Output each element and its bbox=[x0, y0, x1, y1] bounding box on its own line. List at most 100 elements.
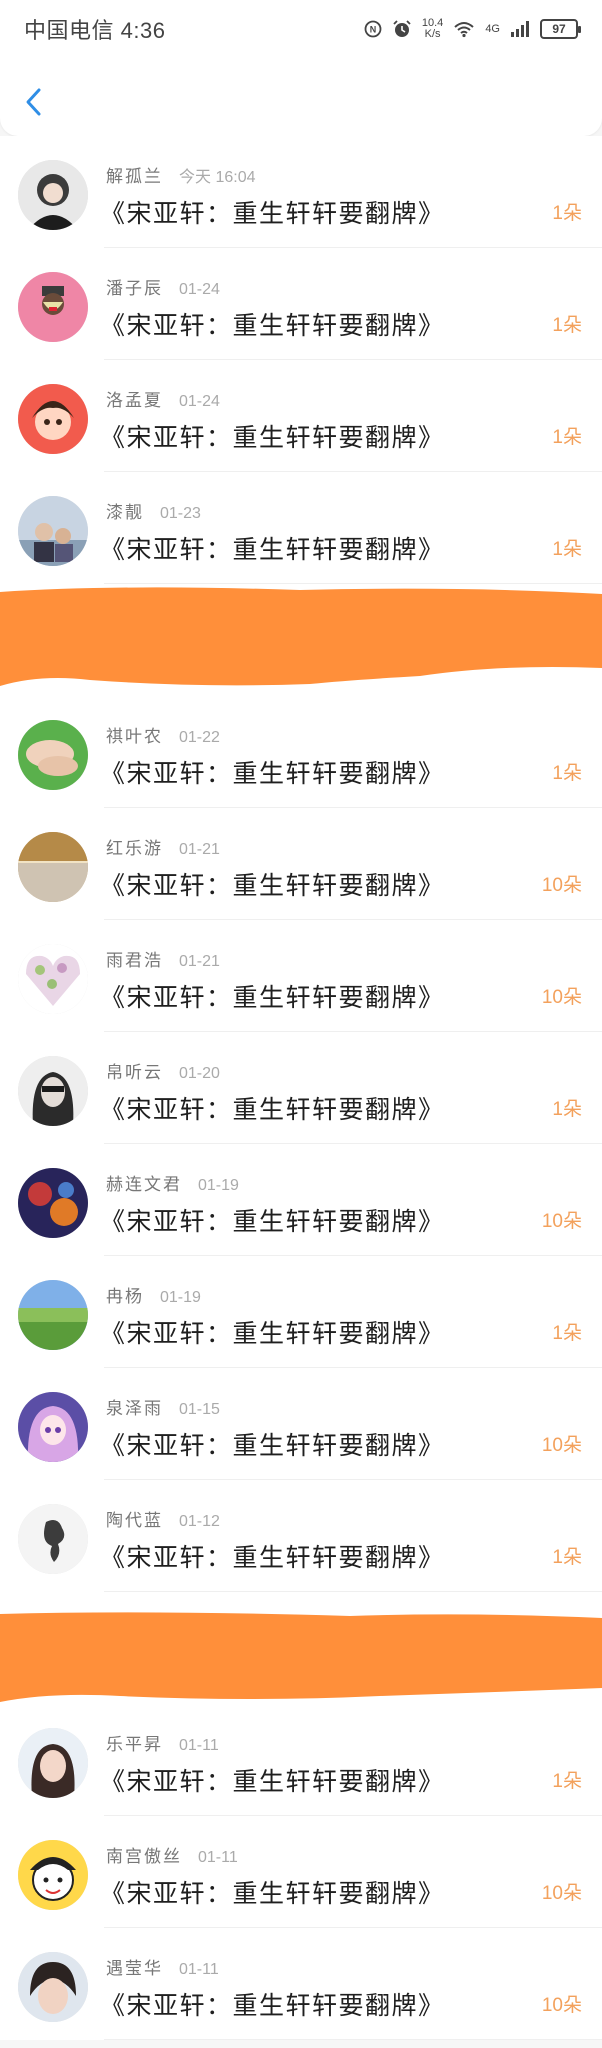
sender-name: 雨君浩 bbox=[106, 951, 163, 971]
list-item[interactable]: 解孤兰 今天 16:04 《宋亚轩：重生轩轩要翻牌》 1朵 bbox=[0, 136, 602, 248]
row-meta: 解孤兰 今天 16:04 bbox=[106, 162, 256, 187]
avatar bbox=[18, 496, 88, 566]
row-meta: 遇莹华 01-11 bbox=[106, 1954, 219, 1979]
list-item[interactable]: 乐平昇 01-11 《宋亚轩：重生轩轩要翻牌》 1朵 bbox=[0, 1704, 602, 1816]
carrier-and-time: 中国电信 4:36 bbox=[24, 18, 166, 43]
send-date: 01-15 bbox=[179, 1401, 220, 1418]
list-item[interactable]: 潘子辰 01-24 《宋亚轩：重生轩轩要翻牌》 1朵 bbox=[0, 248, 602, 360]
book-title: 《宋亚轩：重生轩轩要翻牌》 bbox=[100, 871, 445, 900]
network-speed-unit: K/s bbox=[424, 28, 441, 40]
avatar bbox=[18, 1728, 88, 1798]
book-title: 《宋亚轩：重生轩轩要翻牌》 bbox=[100, 759, 445, 788]
gift-amount: 10朵 bbox=[541, 1995, 582, 2016]
avatar bbox=[18, 832, 88, 902]
send-date: 01-19 bbox=[160, 1289, 201, 1306]
row-meta: 冉杨 01-19 bbox=[106, 1282, 201, 1307]
row-meta: 洛孟夏 01-24 bbox=[106, 386, 220, 411]
book-title: 《宋亚轩：重生轩轩要翻牌》 bbox=[100, 1431, 445, 1460]
gift-amount: 1朵 bbox=[552, 203, 582, 224]
send-date: 01-12 bbox=[179, 1513, 220, 1530]
send-date: 01-22 bbox=[179, 729, 220, 746]
sender-name: 解孤兰 bbox=[106, 167, 163, 187]
network-speed: 10.4 K/s bbox=[422, 18, 443, 40]
row-meta: 陶代蓝 01-12 bbox=[106, 1506, 220, 1531]
sender-name: 南宫傲丝 bbox=[106, 1847, 182, 1867]
sender-name: 红乐游 bbox=[106, 839, 163, 859]
avatar bbox=[18, 1168, 88, 1238]
row-meta: 潘子辰 01-24 bbox=[106, 274, 220, 299]
send-date: 01-21 bbox=[179, 953, 220, 970]
signal-icon bbox=[510, 20, 530, 38]
book-title: 《宋亚轩：重生轩轩要翻牌》 bbox=[100, 199, 445, 228]
sender-name: 乐平昇 bbox=[106, 1735, 163, 1755]
gift-amount: 1朵 bbox=[552, 1099, 582, 1120]
battery-indicator: 97 bbox=[540, 19, 581, 39]
list-item[interactable]: 祺叶农 01-22 《宋亚轩：重生轩轩要翻牌》 1朵 bbox=[0, 696, 602, 808]
gift-record-list: 解孤兰 今天 16:04 《宋亚轩：重生轩轩要翻牌》 1朵 潘子辰 01-24 … bbox=[0, 136, 602, 2040]
list-item[interactable]: 雨君浩 01-21 《宋亚轩：重生轩轩要翻牌》 10朵 bbox=[0, 920, 602, 1032]
row-meta: 南宫傲丝 01-11 bbox=[106, 1842, 238, 1867]
row-meta: 祺叶农 01-22 bbox=[106, 722, 220, 747]
list-item[interactable]: 帛听云 01-20 《宋亚轩：重生轩轩要翻牌》 1朵 bbox=[0, 1032, 602, 1144]
avatar bbox=[18, 1840, 88, 1910]
send-date: 01-20 bbox=[179, 1065, 220, 1082]
list-item[interactable]: 洛孟夏 01-24 《宋亚轩：重生轩轩要翻牌》 1朵 bbox=[0, 360, 602, 472]
list-item[interactable]: 陶代蓝 01-12 《宋亚轩：重生轩轩要翻牌》 1朵 bbox=[0, 1480, 602, 1592]
list-item[interactable]: 漆靓 01-23 《宋亚轩：重生轩轩要翻牌》 1朵 bbox=[0, 472, 602, 584]
status-icons: N 10.4 K/s 4G 97 bbox=[364, 18, 581, 40]
book-title: 《宋亚轩：重生轩轩要翻牌》 bbox=[100, 1767, 445, 1796]
book-title: 《宋亚轩：重生轩轩要翻牌》 bbox=[100, 1991, 445, 2020]
send-date: 今天 16:04 bbox=[179, 169, 256, 186]
redacted-row bbox=[0, 584, 602, 696]
sender-name: 潘子辰 bbox=[106, 279, 163, 299]
book-title: 《宋亚轩：重生轩轩要翻牌》 bbox=[100, 1319, 445, 1348]
gift-amount: 1朵 bbox=[552, 1547, 582, 1568]
sender-name: 赫连文君 bbox=[106, 1175, 182, 1195]
book-title: 《宋亚轩：重生轩轩要翻牌》 bbox=[100, 1543, 445, 1572]
redaction-scribble bbox=[0, 1612, 602, 1702]
avatar bbox=[18, 272, 88, 342]
avatar bbox=[18, 944, 88, 1014]
gift-amount: 1朵 bbox=[552, 427, 582, 448]
redacted-row bbox=[0, 1592, 602, 1704]
book-title: 《宋亚轩：重生轩轩要翻牌》 bbox=[100, 535, 445, 564]
avatar bbox=[18, 1504, 88, 1574]
list-item[interactable]: 红乐游 01-21 《宋亚轩：重生轩轩要翻牌》 10朵 bbox=[0, 808, 602, 920]
gift-amount: 1朵 bbox=[552, 763, 582, 784]
row-meta: 赫连文君 01-19 bbox=[106, 1170, 239, 1195]
avatar bbox=[18, 1952, 88, 2022]
sender-name: 陶代蓝 bbox=[106, 1511, 163, 1531]
send-date: 01-23 bbox=[160, 505, 201, 522]
chevron-left-icon bbox=[26, 88, 41, 116]
gift-amount: 1朵 bbox=[552, 1771, 582, 1792]
gift-amount: 1朵 bbox=[552, 1323, 582, 1344]
alarm-icon bbox=[392, 19, 412, 39]
list-item[interactable]: 冉杨 01-19 《宋亚轩：重生轩轩要翻牌》 1朵 bbox=[0, 1256, 602, 1368]
book-title: 《宋亚轩：重生轩轩要翻牌》 bbox=[100, 1095, 445, 1124]
avatar bbox=[18, 384, 88, 454]
book-title: 《宋亚轩：重生轩轩要翻牌》 bbox=[100, 1879, 445, 1908]
gift-amount: 10朵 bbox=[541, 987, 582, 1008]
sender-name: 泉泽雨 bbox=[106, 1399, 163, 1419]
row-meta: 帛听云 01-20 bbox=[106, 1058, 220, 1083]
send-date: 01-11 bbox=[179, 1737, 219, 1754]
gift-amount: 10朵 bbox=[541, 875, 582, 896]
gift-amount: 1朵 bbox=[552, 315, 582, 336]
back-button[interactable] bbox=[18, 86, 50, 118]
avatar bbox=[18, 1056, 88, 1126]
row-meta: 漆靓 01-23 bbox=[106, 498, 201, 523]
network-type: 4G bbox=[485, 22, 500, 35]
avatar bbox=[18, 160, 88, 230]
sender-name: 洛孟夏 bbox=[106, 391, 163, 411]
send-date: 01-21 bbox=[179, 841, 220, 858]
list-item[interactable]: 遇莹华 01-11 《宋亚轩：重生轩轩要翻牌》 10朵 bbox=[0, 1928, 602, 2040]
send-date: 01-11 bbox=[198, 1849, 238, 1866]
list-item[interactable]: 赫连文君 01-19 《宋亚轩：重生轩轩要翻牌》 10朵 bbox=[0, 1144, 602, 1256]
row-meta: 泉泽雨 01-15 bbox=[106, 1394, 220, 1419]
list-item[interactable]: 南宫傲丝 01-11 《宋亚轩：重生轩轩要翻牌》 10朵 bbox=[0, 1816, 602, 1928]
book-title: 《宋亚轩：重生轩轩要翻牌》 bbox=[100, 983, 445, 1012]
sender-name: 帛听云 bbox=[106, 1063, 163, 1083]
wifi-icon bbox=[453, 20, 475, 38]
row-meta: 雨君浩 01-21 bbox=[106, 946, 220, 971]
list-item[interactable]: 泉泽雨 01-15 《宋亚轩：重生轩轩要翻牌》 10朵 bbox=[0, 1368, 602, 1480]
